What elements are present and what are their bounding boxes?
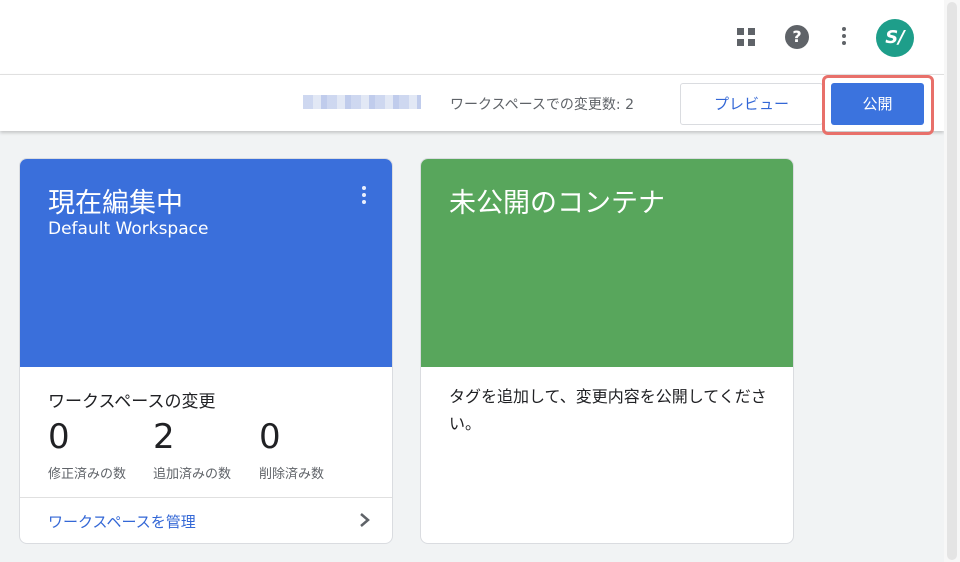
stat-value: 0 [259, 417, 281, 457]
workspace-name: Default Workspace [48, 219, 209, 239]
help-icon[interactable]: ? [785, 25, 809, 49]
stat-label: 削除済み数 [259, 467, 325, 482]
redacted-container-id [303, 95, 421, 109]
stat-added: 2 追加済みの数 [153, 417, 263, 482]
stat-label: 修正済みの数 [48, 467, 127, 482]
apps-grid-icon[interactable] [737, 28, 755, 46]
current-workspace-card: 現在編集中 Default Workspace ワークスペースの変更 0 修正済… [19, 158, 393, 544]
stat-label: 追加済みの数 [153, 467, 232, 482]
preview-button[interactable]: プレビュー [680, 83, 823, 125]
workspace-changes-label: ワークスペースの変更 [48, 392, 216, 412]
unpublished-card-title: 未公開のコンテナ [449, 188, 665, 219]
workspace-card-title: 現在編集中 [48, 188, 183, 219]
chevron-right-icon[interactable] [358, 511, 372, 529]
stat-value: 0 [48, 417, 70, 457]
unpublished-container-card: 未公開のコンテナ タグを追加して、変更内容を公開してください。 [420, 158, 794, 544]
workspace-changes-count: ワークスペースでの変更数: 2 [450, 97, 634, 113]
unpublished-card-header: 未公開のコンテナ [421, 159, 793, 367]
manage-workspaces-link[interactable]: ワークスペースを管理 [48, 511, 196, 532]
stat-modified: 0 修正済みの数 [48, 417, 158, 482]
workspace-menu-icon[interactable] [362, 186, 366, 207]
unpublished-card-message: タグを追加して、変更内容を公開してください。 [449, 387, 767, 433]
page-scrollbar[interactable] [944, 0, 960, 562]
card-divider [20, 497, 392, 498]
publish-button[interactable]: 公開 [831, 83, 924, 125]
avatar[interactable]: S/ [876, 19, 914, 57]
scrollbar-thumb[interactable] [947, 2, 957, 560]
app-bar: ? S/ [0, 0, 944, 74]
workspace-toolbar: ワークスペースでの変更数: 2 プレビュー 公開 [0, 74, 944, 135]
stat-value: 2 [153, 417, 175, 457]
workspace-stats: 0 修正済みの数 2 追加済みの数 0 削除済み数 [48, 417, 368, 487]
stat-deleted: 0 削除済み数 [259, 417, 369, 482]
more-options-icon[interactable] [842, 27, 846, 47]
workspace-card-header: 現在編集中 Default Workspace [20, 159, 392, 367]
